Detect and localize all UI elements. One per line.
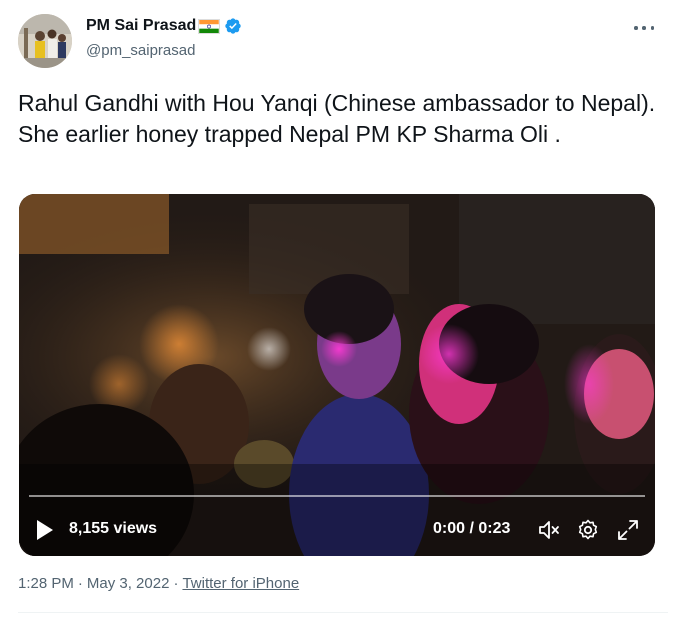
video-frame bbox=[19, 194, 655, 556]
play-icon[interactable] bbox=[35, 518, 55, 542]
more-icon[interactable] bbox=[634, 18, 654, 38]
avatar[interactable] bbox=[18, 14, 72, 68]
tweet-source-link[interactable]: Twitter for iPhone bbox=[182, 575, 299, 592]
author-name-row[interactable]: PM Sai Prasad bbox=[86, 17, 242, 35]
tweet-date[interactable]: May 3, 2022 bbox=[87, 575, 170, 592]
meta-separator: · bbox=[77, 575, 83, 592]
video-player[interactable]: 8,155 views 0:00 / 0:23 bbox=[19, 194, 655, 556]
settings-icon[interactable] bbox=[576, 518, 600, 542]
video-views: 8,155 views bbox=[69, 520, 158, 537]
author-display-name[interactable]: PM Sai Prasad bbox=[86, 17, 196, 35]
tweet-meta: 1:28 PM · May 3, 2022 · Twitter for iPho… bbox=[18, 575, 299, 592]
fullscreen-icon[interactable] bbox=[616, 518, 640, 542]
video-time: 0:00 / 0:23 bbox=[433, 520, 511, 537]
india-flag-icon bbox=[198, 18, 221, 34]
tweet-card: PM Sai Prasad @pm_saiprasad Rahul Gandhi… bbox=[0, 0, 686, 617]
verified-badge-icon bbox=[225, 18, 241, 34]
video-progress-bar[interactable] bbox=[29, 495, 645, 497]
meta-separator: · bbox=[173, 575, 179, 592]
author-handle[interactable]: @pm_saiprasad bbox=[86, 42, 195, 59]
tweet-text: Rahul Gandhi with Hou Yanqi (Chinese amb… bbox=[18, 90, 656, 147]
tweet-time[interactable]: 1:28 PM bbox=[18, 575, 74, 592]
divider bbox=[18, 612, 668, 613]
volume-mute-icon[interactable] bbox=[537, 518, 561, 542]
